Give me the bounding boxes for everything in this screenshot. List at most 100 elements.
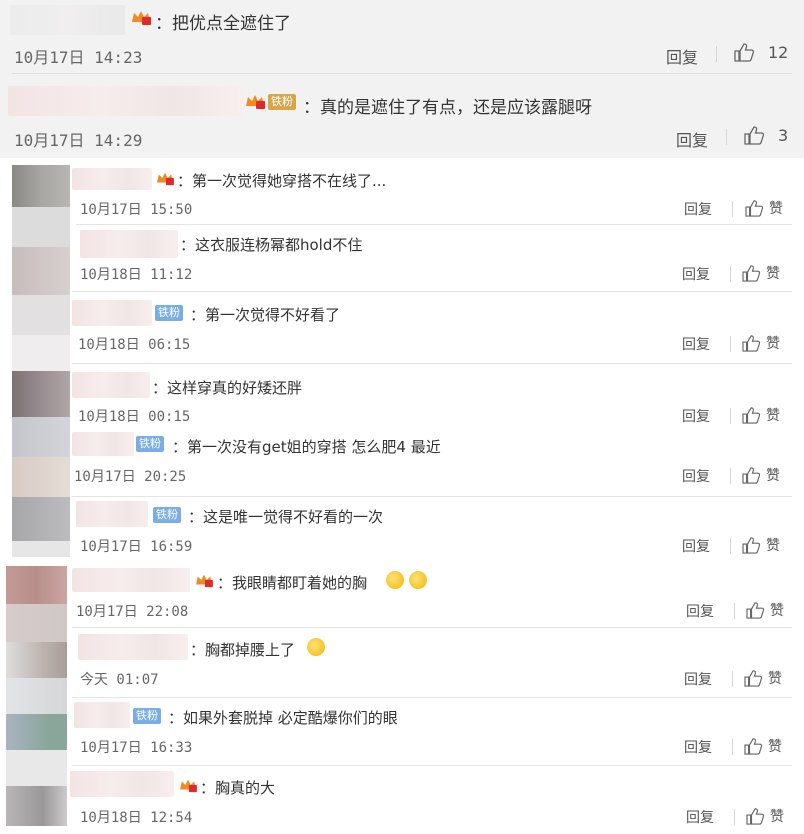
- username-blurred[interactable]: [72, 372, 150, 398]
- like-count: 12: [768, 42, 789, 62]
- divider: [734, 603, 735, 619]
- divider: [72, 363, 792, 364]
- thumbs-up-icon: [744, 126, 765, 145]
- divider: [732, 201, 733, 217]
- reply-time: 10月18日 00:15: [78, 409, 191, 425]
- reply-button[interactable]: 回复: [684, 199, 712, 219]
- reply-button[interactable]: 回复: [684, 737, 712, 757]
- like-button[interactable]: 赞: [742, 535, 780, 555]
- divider: [730, 336, 731, 352]
- divider: [732, 671, 733, 687]
- divider: [726, 129, 727, 145]
- reply-text: ：这衣服连杨幂都hold不住: [180, 236, 363, 254]
- reply-button[interactable]: 回复: [682, 466, 710, 486]
- like-label: 赞: [768, 739, 782, 755]
- laughing-tears-emoji-icon: [386, 571, 404, 589]
- vip-crown-icon: [180, 779, 197, 793]
- reply-time: 10月17日 20:25: [74, 469, 187, 485]
- comment-text: ：真的是遮住了有点，还是应该露腿呀: [303, 98, 592, 118]
- username-blurred[interactable]: [72, 568, 190, 592]
- reply-time: 10月17日 22:08: [76, 604, 189, 620]
- reply-text: ：我眼睛都盯着她的胸: [217, 574, 368, 592]
- thumbs-up-icon: [742, 537, 761, 554]
- like-label: 赞: [768, 671, 782, 687]
- username-blurred[interactable]: [80, 230, 178, 258]
- fan-badge: 铁粉: [136, 436, 164, 452]
- like-button[interactable]: 赞: [746, 806, 784, 826]
- divider: [730, 468, 731, 484]
- thumbs-up-icon: [742, 407, 761, 424]
- reply-button[interactable]: 回复: [682, 334, 710, 354]
- fan-badge: 铁粉: [155, 305, 183, 321]
- username-blurred[interactable]: [78, 634, 188, 660]
- like-label: 赞: [766, 538, 780, 554]
- thumbs-up-icon: [734, 43, 755, 62]
- reply-time: 今天 01:07: [80, 672, 159, 688]
- vip-crown-icon: [157, 172, 174, 186]
- like-label: 赞: [769, 201, 783, 217]
- like-label: 赞: [766, 408, 780, 424]
- laughing-tears-emoji-icon: [307, 638, 325, 656]
- username-blurred[interactable]: [70, 771, 174, 797]
- fan-badge: 铁粉: [153, 507, 181, 523]
- like-label: 赞: [770, 809, 784, 825]
- thumbs-up-icon: [746, 808, 765, 825]
- username-blurred[interactable]: [8, 86, 243, 116]
- reply-button[interactable]: 回复: [682, 536, 710, 556]
- reply-button[interactable]: 回复: [682, 264, 710, 284]
- like-button[interactable]: 赞: [744, 736, 782, 756]
- blurred-avatars: [12, 165, 70, 557]
- divider: [730, 266, 731, 282]
- reply-button[interactable]: 回复: [684, 669, 712, 689]
- like-count: 3: [778, 125, 789, 145]
- like-label: 赞: [766, 468, 780, 484]
- divider: [72, 496, 792, 497]
- divider: [72, 697, 792, 698]
- like-button[interactable]: 赞: [742, 465, 780, 485]
- reply-time: 10月18日 11:12: [80, 267, 193, 283]
- thumbs-up-icon: [742, 335, 761, 352]
- reply-button[interactable]: 回复: [686, 601, 714, 621]
- fan-badge: 铁粉: [268, 94, 296, 110]
- reply-text: ：第一次觉得她穿搭不在线了...: [177, 172, 387, 190]
- reply-text: ：胸真的大: [200, 779, 276, 797]
- reply-text: ：这是唯一觉得不好看的一次: [188, 508, 384, 526]
- thumbs-up-icon: [744, 738, 763, 755]
- divider: [730, 408, 731, 424]
- reply-button[interactable]: 回复: [676, 127, 708, 151]
- divider: [72, 291, 792, 292]
- like-button[interactable]: 赞: [744, 668, 782, 688]
- like-button[interactable]: 赞: [742, 333, 780, 353]
- reply-button[interactable]: 回复: [682, 406, 710, 426]
- reply-text: ：胸都掉腰上了: [190, 641, 296, 659]
- like-label: 赞: [766, 336, 780, 352]
- reply-text: ：如果外套脱掉 必定酷爆你们的眼: [168, 709, 398, 727]
- thumbs-up-icon: [745, 200, 764, 217]
- username-blurred[interactable]: [72, 168, 152, 190]
- vip-crown-icon: [246, 95, 265, 109]
- comment-time: 10月17日 14:29: [14, 131, 143, 150]
- reply-time: 10月18日 12:54: [80, 810, 193, 826]
- reply-time: 10月17日 16:33: [80, 740, 193, 756]
- divider: [734, 809, 735, 825]
- thumbs-up-icon: [744, 670, 763, 687]
- username-blurred[interactable]: [74, 702, 130, 728]
- like-button[interactable]: 赞: [745, 198, 783, 218]
- reply-button[interactable]: 回复: [686, 807, 714, 827]
- reply-button[interactable]: 回复: [666, 44, 698, 68]
- like-button[interactable]: 赞: [746, 600, 784, 620]
- like-button[interactable]: 赞: [742, 405, 780, 425]
- username-blurred[interactable]: [72, 432, 134, 456]
- thumbs-up-icon: [742, 265, 761, 282]
- reply-text: ：这样穿真的好矮还胖: [152, 379, 303, 397]
- fan-badge: 铁粉: [133, 708, 161, 724]
- username-blurred[interactable]: [72, 300, 152, 326]
- thumbs-up-icon: [742, 467, 761, 484]
- like-button[interactable]: 12: [734, 42, 788, 62]
- comment-time: 10月17日 14:23: [14, 48, 143, 67]
- like-button[interactable]: 赞: [742, 263, 780, 283]
- username-blurred[interactable]: [10, 5, 125, 35]
- like-button[interactable]: 3: [744, 125, 788, 145]
- vip-crown-icon: [132, 11, 151, 25]
- username-blurred[interactable]: [76, 501, 148, 527]
